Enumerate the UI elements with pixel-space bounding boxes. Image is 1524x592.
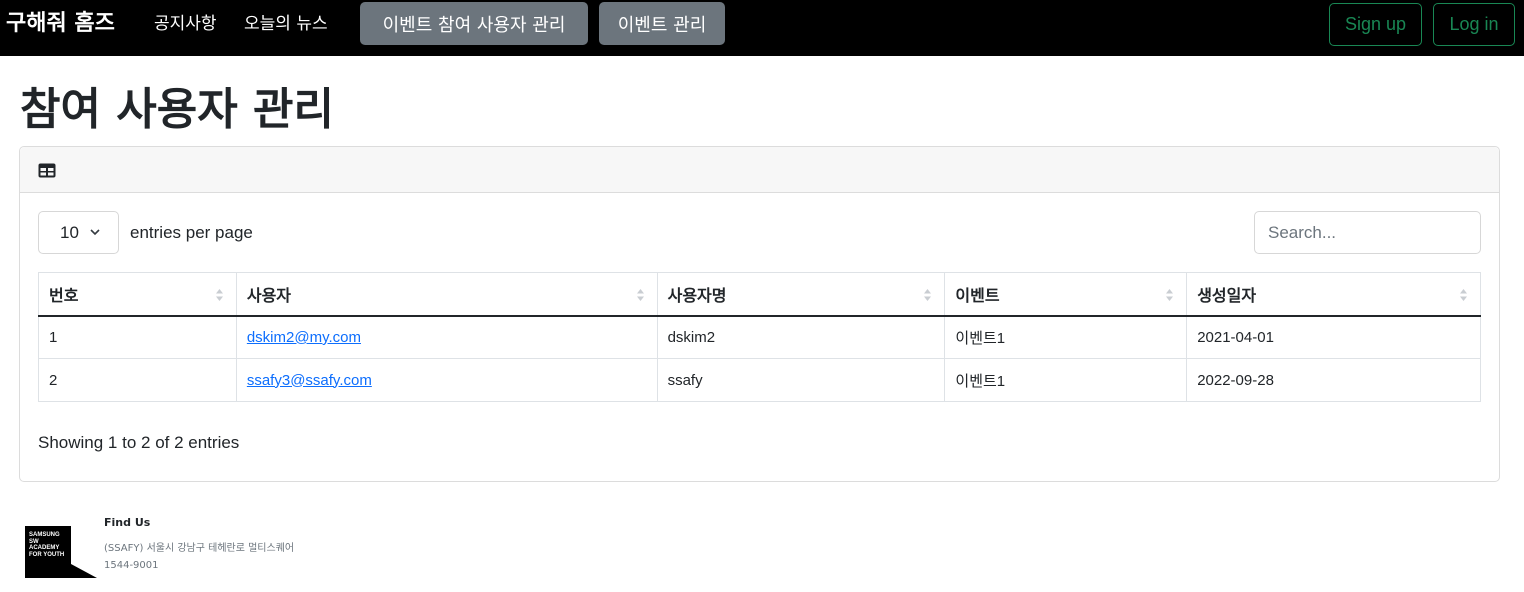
navbar: 구해줘 홈즈 공지사항 오늘의 뉴스 이벤트 참여 사용자 관리 이벤트 관리 … (0, 0, 1524, 56)
cell-username: dskim2 (656, 315, 945, 359)
table-info: Showing 1 to 2 of 2 entries (38, 433, 240, 452)
column-header-user[interactable]: 사용자 (235, 272, 658, 317)
table-header-row: 번호 사용자 사용자명 이벤트 생성일자 (38, 272, 1481, 317)
table-row: 1 dskim2@my.com dskim2 이벤트1 2021-04-01 (38, 315, 1481, 359)
cell-number: 2 (38, 358, 237, 402)
table-icon (38, 163, 56, 178)
column-header-created-date[interactable]: 생성일자 (1186, 272, 1481, 317)
participants-table: 번호 사용자 사용자명 이벤트 생성일자 1 dskim2@my.com dsk… (38, 272, 1481, 402)
page-title: 참여 사용자 관리 (20, 84, 334, 135)
column-header-number[interactable]: 번호 (38, 272, 237, 317)
sort-icon (1166, 289, 1174, 301)
column-header-username-label: 사용자명 (667, 285, 727, 305)
column-header-username[interactable]: 사용자명 (656, 272, 945, 317)
brand-logo[interactable]: 구해줘 홈즈 (6, 10, 115, 38)
footer-phone: 1544-9001 (104, 560, 159, 571)
table-row: 2 ssafy3@ssafy.com ssafy 이벤트1 2022-09-28 (38, 358, 1481, 402)
cell-created-date: 2021-04-01 (1186, 315, 1481, 359)
entries-per-page-value: 10 (60, 222, 79, 242)
nav-link-notice[interactable]: 공지사항 (154, 13, 217, 35)
footer-find-us: Find Us (104, 516, 151, 529)
search-input[interactable] (1254, 211, 1481, 254)
chevron-down-icon (90, 229, 100, 236)
column-header-user-label: 사용자 (246, 285, 292, 305)
cell-event: 이벤트1 (944, 358, 1187, 402)
participants-card: 10 entries per page 번호 사용자 (19, 146, 1500, 482)
log-in-button[interactable]: Log in (1433, 3, 1515, 46)
footer-address: (SSAFY) 서울시 강남구 테헤란로 멀티스퀘어 (104, 543, 295, 554)
user-email-link[interactable]: ssafy3@ssafy.com (247, 372, 372, 389)
cell-created-date: 2022-09-28 (1186, 358, 1481, 402)
column-header-event-label: 이벤트 (955, 285, 1000, 305)
ssafy-logo-text: SAMSUNG SW ACADEMY FOR YOUTH (29, 532, 65, 558)
column-header-created-date-label: 생성일자 (1197, 285, 1257, 305)
sort-icon (924, 289, 932, 301)
sign-up-button[interactable]: Sign up (1329, 3, 1422, 46)
cell-user: dskim2@my.com (235, 315, 658, 359)
event-management-button[interactable]: 이벤트 관리 (599, 2, 725, 45)
cell-username: ssafy (656, 358, 945, 402)
entries-per-page-label: entries per page (130, 223, 253, 242)
sort-icon (636, 289, 644, 301)
entries-per-page-select[interactable]: 10 (38, 211, 119, 254)
ssafy-logo: SAMSUNG SW ACADEMY FOR YOUTH (25, 526, 97, 578)
cell-user: ssafy3@ssafy.com (235, 358, 658, 402)
user-email-link[interactable]: dskim2@my.com (247, 329, 361, 346)
cell-event: 이벤트1 (944, 315, 1187, 359)
card-header (20, 147, 1499, 193)
nav-link-news[interactable]: 오늘의 뉴스 (244, 13, 328, 35)
column-header-number-label: 번호 (49, 285, 79, 305)
cell-number: 1 (38, 315, 237, 359)
column-header-event[interactable]: 이벤트 (944, 272, 1187, 317)
sort-icon (215, 289, 223, 301)
event-participant-management-button[interactable]: 이벤트 참여 사용자 관리 (360, 2, 588, 45)
sort-icon (1460, 289, 1467, 301)
